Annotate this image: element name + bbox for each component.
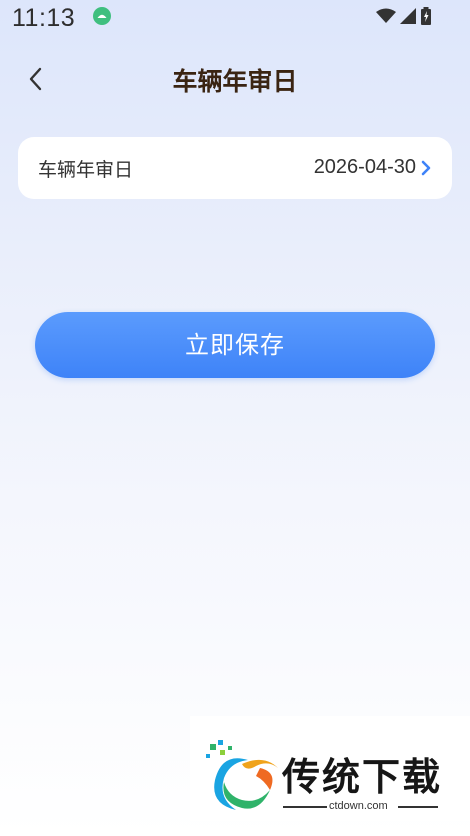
watermark-divider-right — [398, 806, 438, 808]
save-button[interactable]: 立即保存 — [35, 312, 435, 378]
watermark-brand: 传统下载 — [282, 755, 443, 799]
watermark: 传统下载 ctdown.com — [190, 716, 470, 821]
nav-bar: 车辆年审日 — [0, 50, 470, 110]
page-title: 车辆年审日 — [172, 67, 298, 96]
status-icons — [376, 6, 432, 26]
chevron-right-icon — [421, 160, 431, 176]
ctdown-logo-icon — [206, 740, 278, 810]
watermark-domain: ctdown.com — [329, 800, 388, 812]
inspection-date-value[interactable]: 2026-04-30 — [314, 156, 416, 179]
signal-icon — [400, 8, 416, 24]
android-notification-icon — [93, 7, 111, 25]
status-time: 11:13 — [12, 4, 76, 32]
inspection-date-label: 车辆年审日 — [38, 159, 134, 181]
watermark-divider-left — [283, 806, 327, 808]
inspection-date-row[interactable]: 车辆年审日 2026-04-30 — [18, 137, 452, 199]
wifi-icon — [376, 8, 396, 23]
status-bar: 11:13 — [0, 0, 470, 36]
battery-icon — [421, 7, 431, 25]
